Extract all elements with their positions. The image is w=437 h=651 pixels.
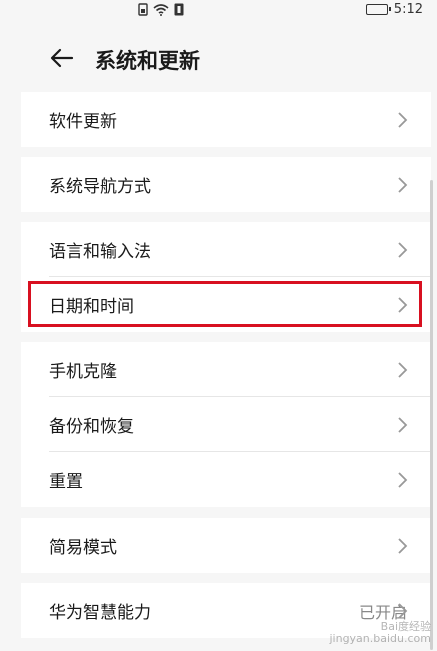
chevron-right-icon xyxy=(398,472,408,488)
sim-icon xyxy=(138,3,148,16)
row-system-navigation[interactable]: 系统导航方式 xyxy=(21,157,431,212)
chevron-right-icon xyxy=(398,362,408,378)
row-label: 软件更新 xyxy=(49,112,117,132)
status-right: 5:12 xyxy=(365,2,423,17)
chevron-right-icon xyxy=(398,417,408,433)
page-title: 系统和更新 xyxy=(95,49,200,73)
row-label: 华为智慧能力 xyxy=(49,603,151,623)
wifi-icon xyxy=(153,3,169,16)
watermark-line2: jingyan.baidu.com xyxy=(329,632,431,645)
row-backup-restore[interactable]: 备份和恢复 xyxy=(21,397,431,452)
row-language-input[interactable]: 语言和输入法 xyxy=(21,222,431,277)
back-arrow-icon[interactable] xyxy=(48,44,76,72)
row-reset[interactable]: 重置 xyxy=(21,452,431,507)
status-icons xyxy=(138,3,184,16)
chevron-right-icon xyxy=(398,112,408,128)
status-bar: 5:12 xyxy=(0,0,437,24)
row-phone-clone[interactable]: 手机克隆 xyxy=(21,342,431,397)
chevron-right-icon xyxy=(398,603,408,619)
settings-group-update: 软件更新 xyxy=(21,92,431,147)
scrollbar[interactable] xyxy=(430,180,433,650)
row-label: 简易模式 xyxy=(49,538,117,558)
settings-group-navigation: 系统导航方式 xyxy=(21,157,431,212)
watermark: Bai度经验 jingyan.baidu.com xyxy=(329,621,431,645)
settings-group-simple-mode: 简易模式 xyxy=(21,518,431,573)
settings-group-backup: 手机克隆 备份和恢复 重置 xyxy=(21,342,431,507)
row-software-update[interactable]: 软件更新 xyxy=(21,92,431,147)
row-label: 系统导航方式 xyxy=(49,177,151,197)
chevron-right-icon xyxy=(398,177,408,193)
highlight-box xyxy=(28,281,422,327)
chevron-right-icon xyxy=(398,242,408,258)
status-time: 5:12 xyxy=(393,2,423,17)
row-simple-mode[interactable]: 简易模式 xyxy=(21,518,431,573)
chevron-right-icon xyxy=(398,538,408,554)
nfc-icon xyxy=(174,3,184,16)
row-label: 语言和输入法 xyxy=(49,242,151,262)
row-label: 重置 xyxy=(49,472,83,492)
battery-icon xyxy=(365,4,391,15)
row-label: 备份和恢复 xyxy=(49,417,134,437)
header: 系统和更新 xyxy=(0,36,437,86)
row-label: 手机克隆 xyxy=(49,362,117,382)
